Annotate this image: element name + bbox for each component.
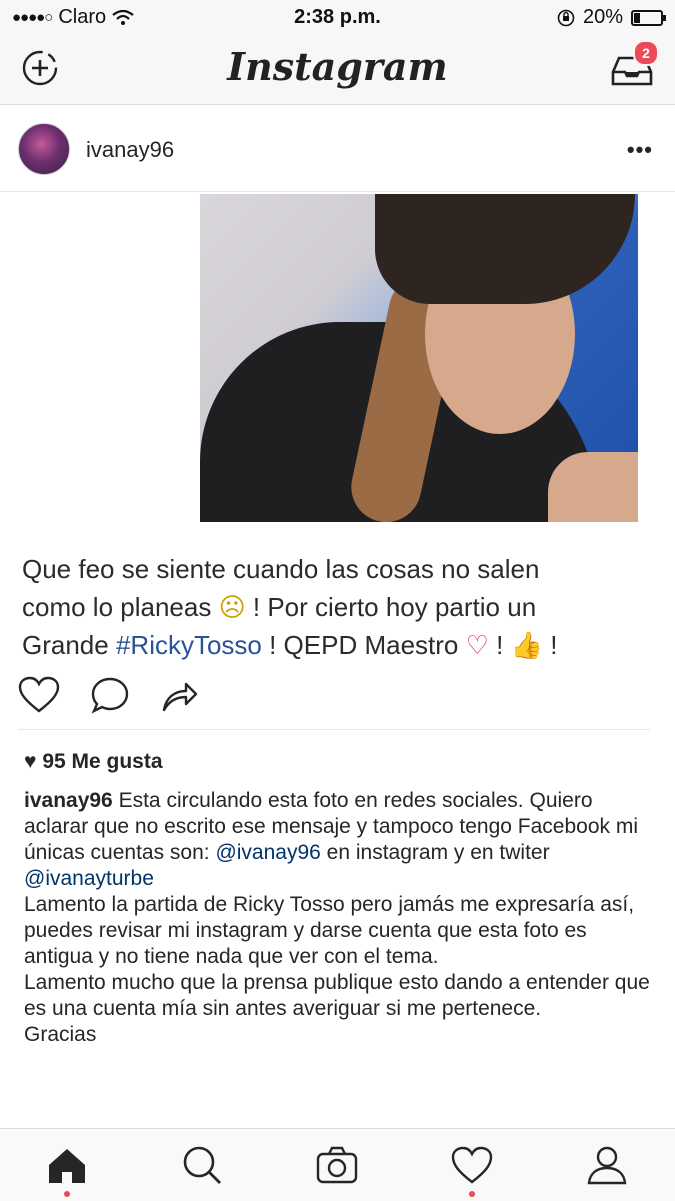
app-logo: Instagram [227,44,448,89]
likes-count[interactable]: ♥ 95 Me gusta [24,750,163,774]
share-icon[interactable] [160,676,200,714]
comment-text-2: Lamento la partida de Ricky Tosso pero j… [24,893,635,968]
mention-link[interactable]: @ivanay96 [215,841,320,864]
active-dot [64,1191,70,1197]
battery-group: 20% [557,6,666,29]
tab-search[interactable] [180,1143,224,1187]
top-nav: Instagram 2 [0,34,675,105]
tab-home[interactable] [45,1143,89,1197]
divider [18,729,650,730]
inbox-button[interactable]: 2 [611,40,659,88]
image-caption: Que feo se siente cuando las cosas no sa… [22,550,642,664]
caption-hashtag: #RickyTosso [115,630,262,660]
status-bar: ●●●●○ Claro 2:38 p.m. 20% [0,0,675,34]
sad-face-emoji: ☹ [218,592,246,622]
orientation-lock-icon [557,9,575,26]
tab-profile[interactable] [585,1143,629,1187]
heart-icon [451,1146,493,1184]
post-body: Que feo se siente cuando las cosas no sa… [0,192,675,1128]
avatar[interactable] [18,123,70,175]
post-header: ivanay96 ••• [0,105,675,192]
caption-line-1: Que feo se siente cuando las cosas no sa… [22,554,540,584]
caption-line-3d: ! [542,630,558,660]
activity-dot [469,1191,475,1197]
comment-text-4: Gracias [24,1023,97,1046]
caption-line-3b: ! QEPD Maestro [261,630,466,660]
tab-activity[interactable] [450,1143,494,1197]
bottom-tab-bar [0,1128,675,1201]
caption-line-3c: ! [488,630,511,660]
mention-link[interactable]: @ivanayturbe [24,867,154,890]
caption-line-3a: Grande [22,630,116,660]
comment-icon[interactable] [90,676,130,714]
battery-percent: 20% [582,6,623,28]
more-options-icon[interactable]: ••• [627,137,653,163]
post-comment: ivanay96 Esta circulando esta foto en re… [24,788,654,1048]
post-photo[interactable] [200,194,638,522]
heart-emoji: ♡ [465,630,489,660]
comment-username[interactable]: ivanay96 [24,789,113,812]
comment-text-1b: en instagram y en twiter [320,841,550,864]
search-icon [183,1146,221,1184]
photo-arm [548,452,638,522]
battery-icon [631,9,666,26]
tab-camera[interactable] [315,1143,359,1187]
thumbs-up-emoji: 👍 [510,630,543,660]
photo-hair [375,194,635,304]
caption-line-2b: ! Por cierto hoy partio un [245,592,537,622]
notification-badge: 2 [633,40,659,66]
caption-line-2a: como lo planeas [22,592,219,622]
likes-heart-icon: ♥ [24,750,37,773]
post-actions [18,676,200,714]
comment-text-3: Lamento mucho que la prensa publique est… [24,971,650,1020]
post-username[interactable]: ivanay96 [86,137,174,163]
profile-icon [587,1146,627,1185]
home-icon [49,1149,85,1183]
likes-label: 95 Me gusta [42,750,163,773]
like-icon[interactable] [18,676,60,714]
camera-icon [316,1146,358,1184]
